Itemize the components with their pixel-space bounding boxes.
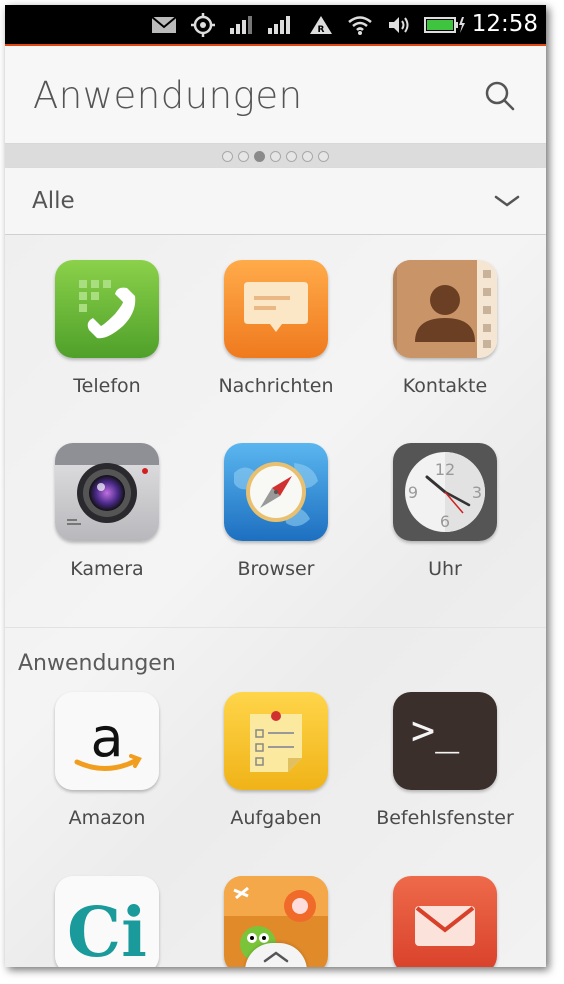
contacts-icon (393, 260, 497, 358)
camera-icon (55, 443, 159, 541)
ci-icon: Ci (55, 876, 159, 967)
phone-screen: R 12:58 Anwendungen Alle Telefon Nachric… (5, 5, 546, 967)
app-nachrichten[interactable]: Nachrichten (191, 260, 361, 397)
app-header: Anwendungen (5, 46, 546, 144)
app-uhr[interactable]: 12 3 6 9 Uhr (360, 443, 530, 580)
volume-icon (389, 17, 409, 33)
mail-app-icon (393, 876, 497, 967)
svg-text:R: R (318, 25, 325, 35)
app-label: Amazon (68, 807, 146, 829)
search-icon[interactable] (484, 80, 516, 112)
tasks-icon (224, 692, 328, 790)
clock-numeral: 3 (472, 483, 482, 502)
battery-charging-icon (424, 17, 465, 33)
section-title: Anwendungen (18, 651, 176, 676)
app-label: Befehlsfenster (376, 807, 514, 829)
app-mail[interactable] (360, 876, 530, 967)
roaming-icon: R (310, 16, 332, 35)
app-label: Uhr (428, 558, 462, 580)
app-kontakte[interactable]: Kontakte (360, 260, 530, 397)
page-title: Anwendungen (33, 74, 303, 117)
page-indicator[interactable] (5, 144, 546, 168)
page-dot (318, 150, 329, 162)
app-befehlsfenster[interactable]: >_ Befehlsfenster (360, 692, 530, 829)
app-amazon[interactable]: a Amazon (22, 692, 192, 829)
page-dot (222, 150, 233, 162)
app-aufgaben[interactable]: Aufgaben (191, 692, 361, 829)
page-dot-active (254, 150, 265, 162)
app-label: Kamera (70, 558, 144, 580)
app-label: Telefon (73, 375, 141, 397)
location-icon (191, 13, 215, 37)
app-telefon[interactable]: Telefon (22, 260, 192, 397)
app-label: Kontakte (402, 375, 488, 397)
app-grid-area: Telefon Nachrichten Kontakte Kamera Brow… (5, 235, 546, 967)
terminal-icon: >_ (393, 692, 497, 790)
chevron-up-icon (263, 951, 289, 963)
filter-selected-label: Alle (32, 188, 75, 214)
page-dot (286, 150, 297, 162)
messages-icon (224, 260, 328, 358)
amazon-icon: a (55, 692, 159, 790)
browser-icon (224, 443, 328, 541)
clock-numeral: 6 (440, 512, 450, 531)
page-dot (270, 150, 281, 162)
app-kamera[interactable]: Kamera (22, 443, 192, 580)
page-dot (238, 150, 249, 162)
signal-icon (230, 16, 252, 34)
amazon-letter: a (90, 706, 123, 769)
chevron-down-icon (494, 195, 520, 207)
wifi-icon (348, 16, 372, 35)
terminal-prompt: >_ (411, 708, 460, 754)
signal-icon (268, 16, 290, 34)
app-label: Nachrichten (218, 375, 334, 397)
phone-icon (55, 260, 159, 358)
clock-numeral: 12 (435, 460, 455, 479)
page-dot (302, 150, 313, 162)
section-divider (5, 627, 546, 628)
category-filter-dropdown[interactable]: Alle (5, 168, 546, 235)
app-ci[interactable]: Ci (22, 876, 192, 967)
clock-numeral: 9 (408, 483, 418, 502)
mail-icon (151, 16, 177, 33)
ci-text: Ci (67, 893, 147, 967)
app-label: Aufgaben (230, 807, 322, 829)
clock-icon: 12 3 6 9 (393, 443, 497, 541)
status-bar: R 12:58 (5, 5, 546, 46)
app-label: Browser (237, 558, 315, 580)
clock-time: 12:58 (471, 11, 538, 37)
app-browser[interactable]: Browser (191, 443, 361, 580)
